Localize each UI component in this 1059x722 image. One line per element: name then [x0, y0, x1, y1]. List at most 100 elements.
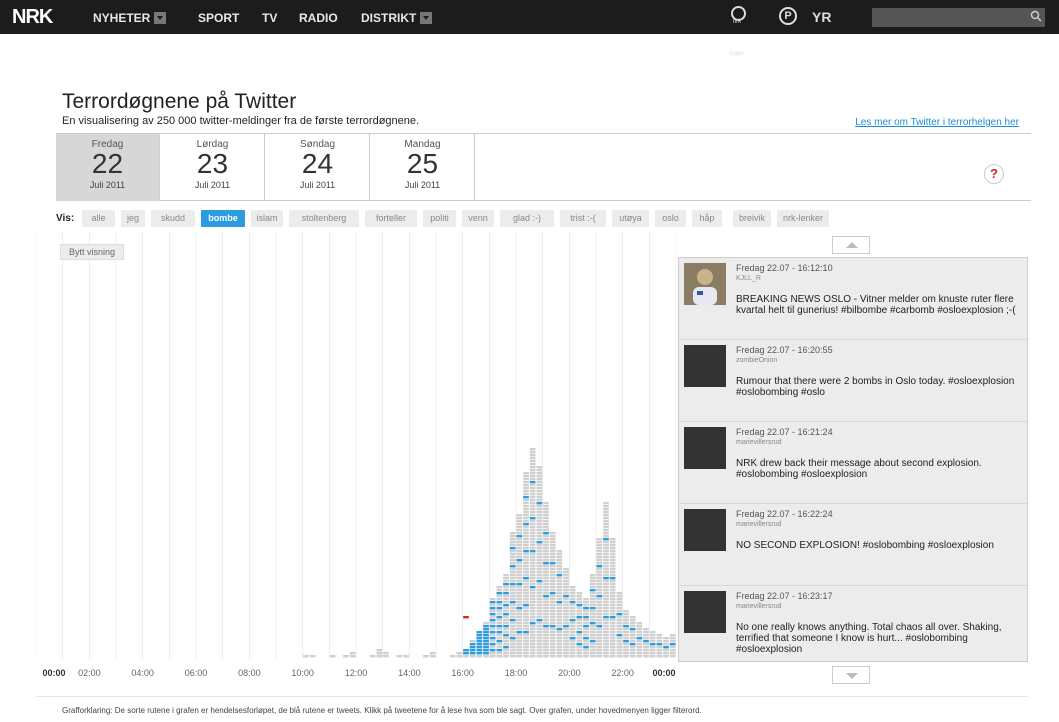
- tweet-cell[interactable]: [503, 604, 509, 607]
- tweet-cell[interactable]: [463, 652, 469, 655]
- filter-skudd[interactable]: skudd: [151, 210, 195, 227]
- tweet-cell[interactable]: [476, 643, 483, 646]
- filter-oslo[interactable]: oslo: [655, 210, 686, 227]
- bar[interactable]: [523, 472, 529, 658]
- tweet-cell[interactable]: [623, 625, 629, 628]
- bar[interactable]: [396, 655, 403, 658]
- tweet-cell[interactable]: [556, 601, 563, 604]
- tweet-cell[interactable]: [489, 643, 496, 646]
- tweet-cell[interactable]: [503, 625, 509, 628]
- tweet-cell[interactable]: [576, 604, 583, 607]
- filter-utøya[interactable]: utøya: [612, 210, 649, 227]
- tweet-cell[interactable]: [476, 649, 483, 652]
- tweet-cell[interactable]: [516, 607, 523, 610]
- bar[interactable]: [616, 592, 623, 658]
- tweet-cell[interactable]: [489, 649, 496, 652]
- bar[interactable]: [609, 538, 616, 658]
- tweet-cell[interactable]: [469, 652, 476, 655]
- bar[interactable]: [556, 550, 563, 658]
- filter-bombe[interactable]: bombe: [201, 210, 245, 227]
- tweet-cell[interactable]: [483, 649, 489, 652]
- nav-item-tv[interactable]: TV: [262, 11, 277, 25]
- tweet-cell[interactable]: [549, 625, 556, 628]
- bar[interactable]: [596, 538, 603, 658]
- bar[interactable]: [583, 598, 589, 658]
- bar[interactable]: [656, 634, 663, 658]
- filter-islam[interactable]: islam: [251, 210, 283, 227]
- tweet-cell[interactable]: [496, 616, 503, 619]
- tweet-cell[interactable]: [549, 562, 556, 565]
- filter-glad[interactable]: glad :-): [500, 210, 554, 227]
- tweet-cell[interactable]: [549, 592, 556, 595]
- filter-forteller[interactable]: forteller: [365, 210, 417, 227]
- tweet-cell[interactable]: [503, 613, 509, 616]
- tweet-cell[interactable]: [569, 601, 576, 604]
- bar[interactable]: [309, 655, 316, 658]
- tweet-cell[interactable]: [543, 625, 549, 628]
- search-input[interactable]: [872, 8, 1045, 27]
- tweet-cell[interactable]: [489, 613, 496, 616]
- tweet-cell[interactable]: [589, 607, 596, 610]
- bar[interactable]: [623, 610, 629, 658]
- tweet-cell[interactable]: [476, 631, 483, 634]
- tweet-cell[interactable]: [469, 643, 476, 646]
- tweet-cell[interactable]: [596, 595, 603, 598]
- tweet-cell[interactable]: [529, 586, 536, 589]
- tweet-cell[interactable]: [583, 625, 589, 628]
- tweet-cell[interactable]: [489, 607, 496, 610]
- tweet-cell[interactable]: [643, 640, 649, 643]
- nav-item-sport[interactable]: SPORT: [198, 11, 239, 25]
- tweet-item[interactable]: Fredag 22.07 - 16:20:55 zombieOnion Rumour…: [679, 340, 1027, 422]
- yr-link[interactable]: YR: [812, 9, 831, 25]
- filter-nrklenker[interactable]: nrk-lenker: [777, 210, 829, 227]
- filter-breivik[interactable]: breivik: [733, 210, 771, 227]
- bar[interactable]: [343, 655, 349, 658]
- bar[interactable]: [569, 586, 576, 658]
- tweet-cell[interactable]: [529, 481, 536, 484]
- tweet-cell[interactable]: [569, 637, 576, 640]
- tweet-cell[interactable]: [616, 613, 623, 616]
- tweet-cell[interactable]: [523, 496, 529, 499]
- tweet-cell[interactable]: [589, 640, 596, 643]
- day-tab-24[interactable]: Søndag 24 Juli 2011: [266, 134, 370, 201]
- tweet-cell[interactable]: [603, 616, 609, 619]
- filter-håp[interactable]: håp: [692, 210, 722, 227]
- tweet-cell[interactable]: [596, 625, 603, 628]
- day-tab-25[interactable]: Mandag 25 Juli 2011: [371, 134, 475, 201]
- tweet-cell[interactable]: [476, 652, 483, 655]
- tweet-cell[interactable]: [636, 637, 643, 640]
- tweet-cell[interactable]: [509, 547, 516, 550]
- bar[interactable]: [423, 655, 429, 658]
- tweet-cell[interactable]: [576, 643, 583, 646]
- filter-trist[interactable]: trist :-(: [560, 210, 606, 227]
- tweet-cell[interactable]: [543, 532, 549, 535]
- tweet-cell[interactable]: [523, 550, 529, 553]
- tweet-cell[interactable]: [516, 559, 523, 562]
- tweet-cell[interactable]: [523, 631, 529, 634]
- tweet-cell[interactable]: [509, 619, 516, 622]
- bar[interactable]: [576, 592, 583, 658]
- filter-venn[interactable]: venn: [462, 210, 494, 227]
- tweet-cell[interactable]: [483, 628, 489, 631]
- toggle-view-button[interactable]: Bytt visning: [60, 244, 124, 260]
- tweet-cell[interactable]: [516, 535, 523, 538]
- bar[interactable]: [429, 652, 436, 658]
- tweet-item[interactable]: Fredag 22.07 - 16:23:17 marievillersrud No…: [679, 586, 1027, 661]
- tweet-cell[interactable]: [496, 592, 503, 595]
- tweet-cell[interactable]: [469, 646, 476, 649]
- tweet-cell[interactable]: [589, 622, 596, 625]
- tweet-cell[interactable]: [489, 601, 496, 604]
- bar[interactable]: [529, 448, 536, 658]
- tweet-cell[interactable]: [476, 634, 483, 637]
- tweet-cell[interactable]: [583, 616, 589, 619]
- tweet-cell[interactable]: [489, 637, 496, 640]
- bar[interactable]: [543, 502, 549, 658]
- help-icon[interactable]: ?: [984, 164, 1004, 184]
- nav-item-distrikt[interactable]: DISTRIKT: [361, 11, 433, 25]
- tweet-cell[interactable]: [576, 631, 583, 634]
- tweet-cell[interactable]: [609, 577, 616, 580]
- tweet-cell[interactable]: [516, 583, 523, 586]
- read-more-link[interactable]: Les mer om Twitter i terrorhelgen her: [855, 117, 1019, 128]
- tweet-cell[interactable]: [469, 649, 476, 652]
- tweet-cell[interactable]: [589, 589, 596, 592]
